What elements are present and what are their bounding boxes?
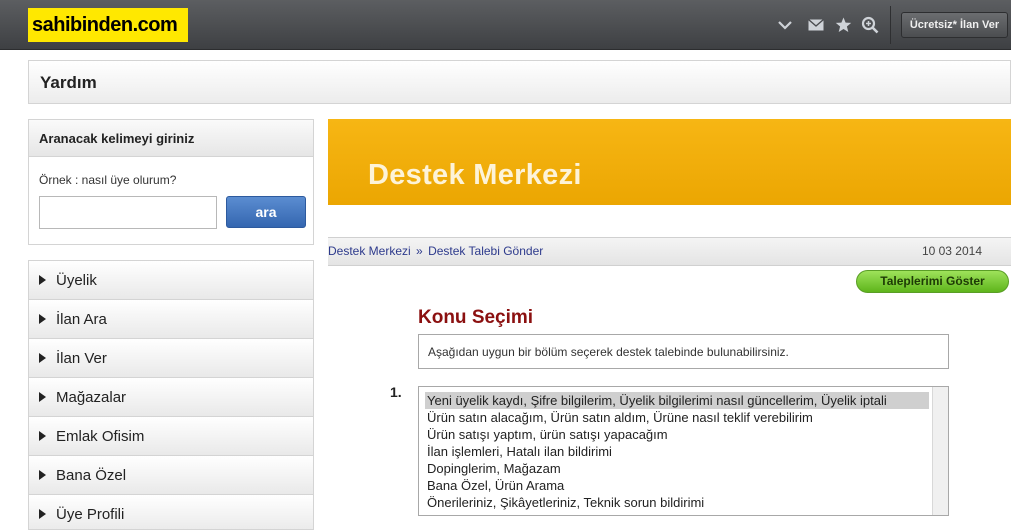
triangle-right-icon [39,509,46,519]
mail-icon[interactable] [806,15,826,35]
page-title: Yardım [40,73,97,92]
topic-option[interactable]: Yeni üyelik kaydı, Şifre bilgilerim, Üye… [425,392,929,409]
chevron-down-icon[interactable] [775,15,795,35]
topic-description: Aşağıdan uygun bir bölüm seçerek destek … [418,334,949,369]
topic-option[interactable]: Ürün satın alacağım, Ürün satın aldım, Ü… [425,409,929,426]
breadcrumb: Destek Merkezi » Destek Talebi Gönder 10… [328,237,1011,266]
search-heading: Aranacak kelimeyi giriniz [29,120,313,157]
site-logo[interactable]: sahibinden.com [28,8,188,42]
menu-item-label: Emlak Ofisim [56,427,145,445]
triangle-right-icon [39,392,46,402]
menu-item-bana-ozel[interactable]: Bana Özel [29,456,313,495]
menu-item-uyelik[interactable]: Üyelik [29,261,313,300]
search-button[interactable]: ara [226,196,306,228]
breadcrumb-date: 10 03 2014 [921,244,982,258]
triangle-right-icon [39,353,46,363]
breadcrumb-current-link[interactable]: Destek Talebi Gönder [428,244,543,258]
topic-option[interactable]: Bana Özel, Ürün Arama [425,477,929,494]
top-bar: sahibinden.com Ücretsiz* İlan Ver [0,0,1011,50]
search-input[interactable] [39,196,217,229]
menu-item-ilan-ver[interactable]: İlan Ver [29,339,313,378]
search-hint: Örnek : nasıl üye olurum? [39,173,177,187]
topic-option[interactable]: Dopinglerim, Mağazam [425,460,929,477]
menu-item-label: Üye Profili [56,505,125,523]
show-requests-button[interactable]: Taleplerimi Göster [856,270,1009,293]
support-banner: Destek Merkezi [328,119,1011,205]
menu-item-label: Üyelik [56,271,97,289]
post-ad-button[interactable]: Ücretsiz* İlan Ver [901,12,1008,38]
topic-option[interactable]: İlan işlemleri, Hatalı ilan bildirimi [425,443,929,460]
menu-item-label: Mağazalar [56,388,127,406]
help-search-panel: Aranacak kelimeyi giriniz Örnek : nasıl … [28,119,314,245]
triangle-right-icon [39,275,46,285]
triangle-right-icon [39,314,46,324]
menu-item-uye-profili[interactable]: Üye Profili [29,495,313,529]
menu-item-label: Bana Özel [56,466,127,484]
listbox-scrollbar[interactable] [932,387,948,515]
topic-option[interactable]: Ürün satışı yaptım, ürün satışı yapacağı… [425,426,929,443]
topic-option[interactable]: Önerileriniz, Şikâyetleriniz, Teknik sor… [425,494,929,511]
triangle-right-icon [39,470,46,480]
menu-item-label: İlan Ara [56,310,107,328]
top-divider [890,6,891,44]
help-category-menu: Üyelik İlan Ara İlan Ver Mağazalar Emlak… [28,260,314,530]
step-number: 1. [390,384,402,400]
breadcrumb-separator: » [416,244,423,258]
menu-item-magazalar[interactable]: Mağazalar [29,378,313,417]
topic-listbox[interactable]: Yeni üyelik kaydı, Şifre bilgilerim, Üye… [418,386,949,516]
topic-title: Konu Seçimi [418,307,534,328]
search-zoom-icon[interactable] [860,15,880,35]
page-header: Yardım [28,60,1011,104]
triangle-right-icon [39,431,46,441]
menu-item-emlak-ofisim[interactable]: Emlak Ofisim [29,417,313,456]
breadcrumb-home-link[interactable]: Destek Merkezi [328,244,411,258]
menu-item-label: İlan Ver [56,349,107,367]
banner-title: Destek Merkezi [368,159,582,191]
menu-item-ilan-ara[interactable]: İlan Ara [29,300,313,339]
star-icon[interactable] [833,15,853,35]
